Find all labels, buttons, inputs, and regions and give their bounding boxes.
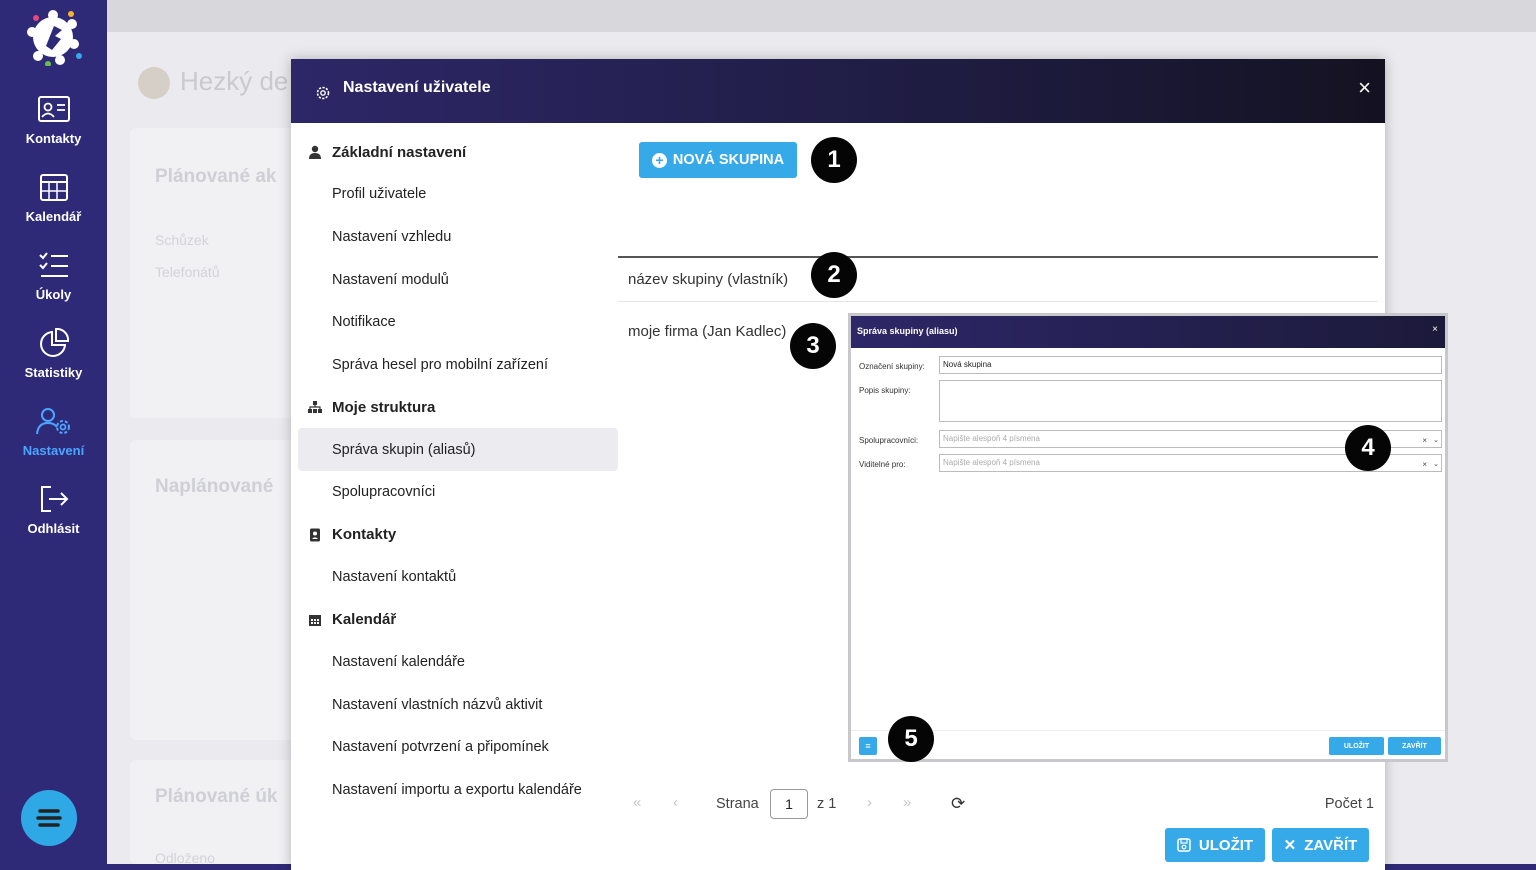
sidebar-item-settings[interactable]: Nastavení [0, 406, 107, 476]
refresh-icon[interactable]: ⟳ [951, 794, 965, 814]
dialog-footer: ≡ ULOŽIT ZAVŘÍT [851, 730, 1445, 762]
user-icon [309, 145, 321, 159]
background-topbar [107, 0, 1536, 32]
nav-link-collaborators[interactable]: Spolupracovníci [298, 471, 618, 514]
sidebar-item-tasks[interactable]: Úkoly [0, 250, 107, 320]
sidebar-item-statistics[interactable]: Statistiky [0, 328, 107, 398]
background-card-text: Schůzek [155, 232, 209, 248]
nav-section-basic: Základní nastavení [298, 131, 618, 173]
sidebar-item-label: Úkoly [35, 287, 72, 302]
calendar-small-icon [309, 614, 321, 626]
settings-nav: Základní nastavení Profil uživatele Nast… [298, 131, 618, 811]
chat-icon [36, 809, 62, 827]
close-x-icon: ✕ [1283, 837, 1297, 854]
logout-icon [40, 486, 68, 512]
app-sidebar: Kontakty Kalendář Úkoly Statistiky Nasta… [0, 0, 107, 870]
sidebar-item-label: Nastavení [22, 443, 85, 458]
clear-icon[interactable]: × [1422, 433, 1427, 449]
nav-section-contacts: Kontakty [298, 514, 618, 556]
save-button[interactable]: ULOŽIT [1165, 828, 1265, 862]
callout-2: 2 [811, 252, 857, 298]
close-button[interactable]: ✕ ZAVŘÍT [1272, 828, 1369, 862]
dialog-save-button[interactable]: ULOŽIT [1329, 737, 1384, 755]
stats-icon [39, 328, 69, 357]
menu-button[interactable]: ≡ [859, 737, 877, 755]
plus-icon: + [651, 152, 667, 168]
nav-link-appearance[interactable]: Nastavení vzhledu [298, 216, 618, 259]
group-edit-dialog: Správa skupiny (aliasu) × Označení skupi… [848, 313, 1448, 762]
sidebar-item-label: Kalendář [25, 209, 82, 224]
column-header[interactable]: název skupiny (vlastník) [618, 258, 1378, 302]
contacts-icon [37, 96, 70, 122]
group-name-label: Označení skupiny: [859, 362, 925, 371]
structure-icon [308, 401, 322, 414]
background-greeting: Hezký de [180, 66, 289, 96]
last-page-icon[interactable]: » [903, 794, 911, 811]
tasks-icon [38, 252, 68, 277]
visible-for-label: Viditelné pro: [859, 460, 906, 469]
chat-button[interactable] [21, 790, 77, 846]
chevron-down-icon[interactable]: ⌄ [1433, 457, 1439, 473]
background-card [130, 760, 300, 864]
close-icon[interactable]: × [1358, 75, 1371, 101]
nav-link-activity-names[interactable]: Nastavení vlastních názvů aktivit [298, 683, 618, 726]
modal-header: Nastavení uživatele × [291, 59, 1385, 123]
clear-icon[interactable]: × [1422, 457, 1427, 473]
dialog-close-icon[interactable]: × [1432, 324, 1438, 335]
callout-4: 4 [1345, 425, 1391, 471]
gear-icon [316, 86, 330, 100]
new-group-button[interactable]: + NOVÁ SKUPINA [639, 142, 797, 178]
settings-icon [35, 408, 70, 435]
record-count: Počet 1 [1324, 796, 1374, 812]
nav-link-calendar-settings[interactable]: Nastavení kalendáře [298, 641, 618, 684]
nav-link-group-management[interactable]: Správa skupin (aliasů) [298, 428, 618, 472]
nav-section-structure: Moje struktura [298, 386, 618, 428]
background-card-text: Telefonátů [155, 264, 220, 280]
dialog-header: Správa skupiny (aliasu) × [851, 316, 1445, 348]
callout-1: 1 [811, 137, 857, 183]
chevron-down-icon[interactable]: ⌄ [1433, 433, 1439, 449]
nav-link-profile[interactable]: Profil uživatele [298, 173, 618, 216]
nav-section-calendar: Kalendář [298, 599, 618, 641]
dialog-title: Správa skupiny (aliasu) [857, 326, 958, 336]
callout-3: 3 [790, 323, 836, 369]
address-book-icon [310, 528, 320, 542]
app-logo[interactable] [24, 8, 82, 66]
sidebar-item-label: Statistiky [24, 365, 83, 380]
background-card-title: Naplánované [155, 476, 274, 497]
sidebar-item-label: Odhlásit [27, 521, 80, 536]
dialog-close-button[interactable]: ZAVŘÍT [1388, 737, 1441, 755]
page-label: Strana [716, 796, 759, 812]
nav-link-contact-settings[interactable]: Nastavení kontaktů [298, 556, 618, 599]
next-page-icon[interactable]: › [867, 794, 872, 811]
page-of-label: z 1 [817, 796, 837, 812]
nav-link-import-export[interactable]: Nastavení importu a exportu kalendáře [298, 769, 618, 812]
prev-page-icon[interactable]: ‹ [673, 794, 678, 811]
first-page-icon[interactable]: « [633, 794, 641, 811]
background-card-title: Plánované ak [155, 166, 277, 187]
nav-link-reminders[interactable]: Nastavení potvrzení a připomínek [298, 726, 618, 769]
group-description-input[interactable] [939, 380, 1442, 422]
calendar-icon [39, 174, 68, 201]
sidebar-item-calendar[interactable]: Kalendář [0, 172, 107, 242]
sidebar-item-contacts[interactable]: Kontakty [0, 94, 107, 164]
nav-link-mobile-passwords[interactable]: Správa hesel pro mobilní zařízení [298, 344, 618, 387]
callout-5: 5 [888, 716, 934, 762]
sidebar-item-logout[interactable]: Odhlásit [0, 484, 107, 554]
background-avatar [138, 67, 170, 99]
page-input[interactable]: 1 [770, 789, 808, 819]
save-icon [1177, 838, 1191, 852]
collaborators-label: Spolupracovníci: [859, 436, 919, 445]
modal-title: Nastavení uživatele [343, 79, 491, 96]
nav-link-modules[interactable]: Nastavení modulů [298, 258, 618, 301]
sidebar-item-label: Kontakty [25, 131, 82, 146]
nav-link-notifications[interactable]: Notifikace [298, 301, 618, 344]
pager: « ‹ Strana 1 z 1 › » ⟳ Počet 1 [631, 787, 1381, 821]
group-description-label: Popis skupiny: [859, 386, 911, 395]
background-card-title: Plánované úk [155, 786, 278, 807]
group-name-input[interactable]: Nová skupina [939, 356, 1442, 374]
